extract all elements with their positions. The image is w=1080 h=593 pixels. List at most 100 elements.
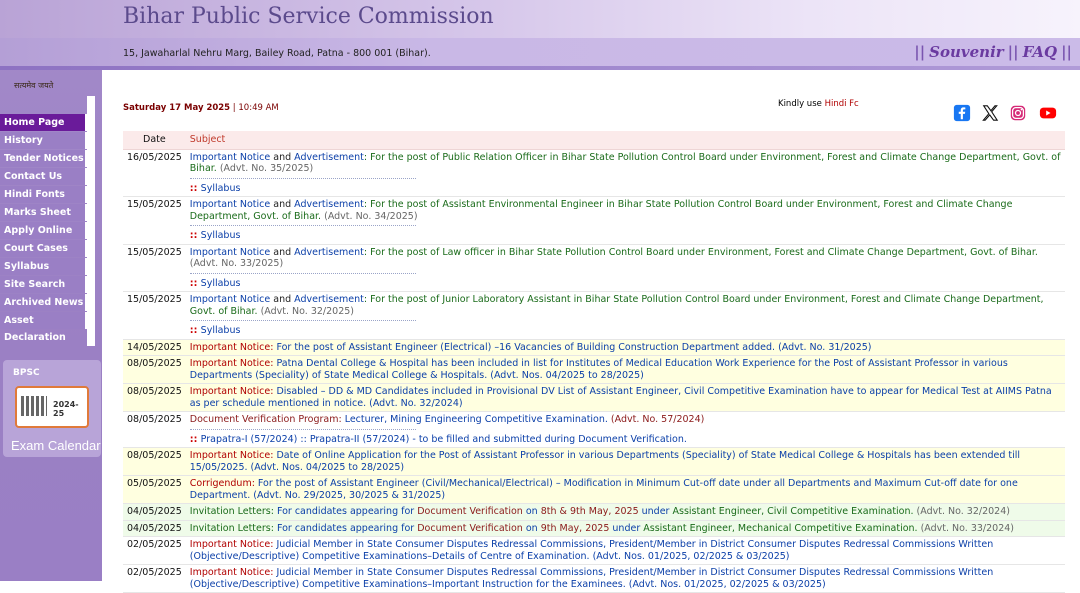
notice-link[interactable]: Date of Online Application for the Post … — [190, 450, 1020, 473]
notices-table-body: 16/05/2025 Important Notice and Advertise… — [123, 149, 1065, 593]
notice-link[interactable]: Lecturer, Mining Engineering Competitive… — [345, 414, 608, 425]
notice-link[interactable]: 8th & 9th May, 2025 — [541, 506, 639, 517]
notice-link[interactable]: Advertisement — [294, 152, 364, 163]
notice-subject: Important Notice: Date of Online Applica… — [185, 447, 1065, 476]
current-date: Saturday 17 May 2025 — [123, 103, 231, 113]
notice-link[interactable]: Advertisement — [294, 294, 364, 305]
table-row: 08/05/2025 Document Verification Program:… — [123, 411, 1065, 448]
notice-sublink[interactable]: Syllabus — [201, 183, 241, 194]
instagram-icon[interactable] — [1008, 104, 1028, 122]
notice-subject: Invitation Letters: For candidates appea… — [185, 503, 1065, 521]
notice-subject: Important Notice and Advertisement: For … — [185, 196, 1065, 245]
notice-link[interactable]: Corrigendum: — [190, 478, 258, 489]
subject-column-header: Subject — [185, 131, 1065, 150]
sidebar-item-tender-notices[interactable]: Tender Notices — [0, 150, 87, 167]
notice-link[interactable]: Important Notice — [190, 199, 270, 210]
sidebar-item-syllabus[interactable]: Syllabus — [0, 258, 87, 275]
notice-sublink[interactable]: Prapatra-I (57/2024) :: Prapatra-II (57/… — [201, 434, 687, 445]
notice-text: Assistant Engineer, Mechanical Competiti… — [643, 522, 918, 534]
notice-link[interactable]: Document Verification — [417, 523, 523, 534]
notice-date: 04/05/2025 — [123, 503, 186, 521]
notice-link[interactable]: Important Notice — [190, 152, 270, 163]
notice-sublink[interactable]: Syllabus — [201, 230, 241, 241]
sidebar-item-court-cases[interactable]: Court Cases — [0, 240, 87, 257]
sidebar-item-apply-online[interactable]: Apply Online — [0, 222, 87, 239]
table-row: 02/05/2025 Important Notice: Judicial Mem… — [123, 564, 1065, 593]
notice-link[interactable]: Document Verification — [417, 506, 523, 517]
exam-calendar-brand: BPSC — [13, 368, 40, 378]
notice-link[interactable]: For candidates appearing for — [277, 506, 417, 517]
notice-sublink[interactable]: Syllabus — [201, 278, 241, 289]
table-row: 02/05/2025 Important Notice: Judicial Mem… — [123, 536, 1065, 565]
notice-link[interactable]: Judicial Member in State Consumer Disput… — [190, 567, 993, 590]
emblem-motto: सत्यमेव जयते — [14, 81, 54, 90]
bullet-icon: :: — [189, 325, 201, 336]
bullet-icon: :: — [189, 433, 201, 445]
x-icon[interactable] — [980, 104, 1000, 122]
notice-link[interactable]: 9th May, 2025 — [541, 523, 610, 534]
table-row: 04/05/2025 Invitation Letters: For candid… — [123, 520, 1065, 537]
sidebar-item-hindi-fonts[interactable]: Hindi Fonts — [0, 186, 87, 203]
notice-sublink[interactable]: Syllabus — [201, 325, 241, 336]
notice-text: : For the post of Law officer in Bihar S… — [363, 246, 1038, 258]
notice-link[interactable]: Advertisement — [294, 199, 364, 210]
notice-link[interactable]: Important Notice: — [190, 539, 277, 550]
notice-subject: Corrigendum: For the post of Assistant E… — [185, 475, 1065, 504]
youtube-icon[interactable] — [1038, 104, 1058, 122]
bullet-icon: :: — [189, 230, 201, 241]
sidebar-item-history[interactable]: History — [0, 132, 87, 149]
dotted-separator — [189, 272, 416, 274]
faq-link[interactable]: FAQ — [1023, 43, 1057, 61]
notice-link[interactable]: (Advt. No. 57/2024) — [608, 414, 704, 425]
notice-link[interactable]: Important Notice — [190, 247, 270, 258]
notice-link[interactable]: Important Notice: — [190, 567, 277, 578]
notice-link[interactable]: Important Notice — [190, 294, 270, 305]
notice-link[interactable]: Judicial Member in State Consumer Disput… — [190, 539, 993, 562]
notice-link[interactable]: Patna Dental College & Hospital has been… — [190, 358, 1008, 381]
exam-calendar-banner[interactable]: BPSC 2024-25 Exam Calendar — [3, 360, 101, 457]
notice-link[interactable]: Important Notice: — [190, 342, 277, 353]
notice-date: 04/05/2025 — [123, 520, 186, 537]
notice-text: (Advt. No. 32/2024) — [913, 506, 1010, 517]
quick-link-separator: || — [1061, 43, 1072, 61]
notice-link[interactable]: For the post of Assistant Engineer (Elec… — [276, 342, 871, 353]
dotted-separator — [189, 224, 416, 226]
notice-link[interactable]: on — [523, 523, 541, 534]
notice-link[interactable]: Important Notice: — [190, 358, 277, 369]
facebook-icon[interactable] — [952, 104, 972, 122]
quick-link-separator: || — [914, 43, 926, 61]
notice-link[interactable]: For candidates appearing for — [277, 523, 417, 534]
quick-links: || Souvenir || FAQ || — [910, 43, 1076, 61]
notice-link[interactable]: on — [523, 506, 541, 517]
notice-link[interactable]: Important Notice: — [190, 450, 277, 461]
notice-subject: Important Notice and Advertisement: For … — [185, 244, 1065, 292]
notice-text: Assistant Engineer, Civil Competitive Ex… — [672, 506, 914, 517]
notice-text: and — [270, 294, 295, 305]
notice-link[interactable]: Advertisement — [294, 247, 364, 258]
notice-link[interactable]: Important Notice: — [190, 386, 277, 397]
notice-link[interactable]: Disabled – DD & MD Candidates included i… — [190, 386, 1052, 409]
souvenir-link[interactable]: Souvenir — [929, 43, 1004, 61]
nav-divider — [87, 96, 95, 346]
notice-subject: Important Notice: Judicial Member in Sta… — [185, 536, 1065, 565]
notice-link[interactable]: under — [609, 523, 643, 534]
hindi-font-link[interactable]: Hindi Fc — [825, 99, 859, 109]
table-row: 08/05/2025 Important Notice: Disabled – D… — [123, 383, 1065, 412]
sidebar-item-asset-declaration[interactable]: Asset Declaration — [0, 312, 87, 343]
bullet-icon: :: — [189, 277, 201, 289]
notice-subject: Important Notice and Advertisement: For … — [185, 291, 1065, 340]
notice-text: and — [270, 151, 295, 163]
sidebar-item-contact-us[interactable]: Contact Us — [0, 168, 87, 185]
table-header-row: Date Subject — [123, 131, 1065, 150]
sidebar-item-marks-sheet[interactable]: Marks Sheet — [0, 204, 87, 221]
notice-link[interactable]: under — [639, 506, 673, 517]
notice-link[interactable]: Document Verification Program: — [190, 414, 345, 425]
notice-link[interactable]: For the post of Assistant Engineer (Civi… — [190, 478, 1018, 501]
sidebar-item-site-search[interactable]: Site Search — [0, 276, 87, 293]
notice-date: 16/05/2025 — [123, 149, 186, 197]
sidebar-item-archived-news[interactable]: Archived News — [0, 294, 87, 311]
calendar-grid — [21, 396, 47, 416]
sidebar-item-home-page[interactable]: Home Page — [0, 114, 87, 131]
notice-date: 08/05/2025 — [123, 383, 186, 412]
exam-calendar-label: Exam Calendar — [11, 438, 101, 453]
